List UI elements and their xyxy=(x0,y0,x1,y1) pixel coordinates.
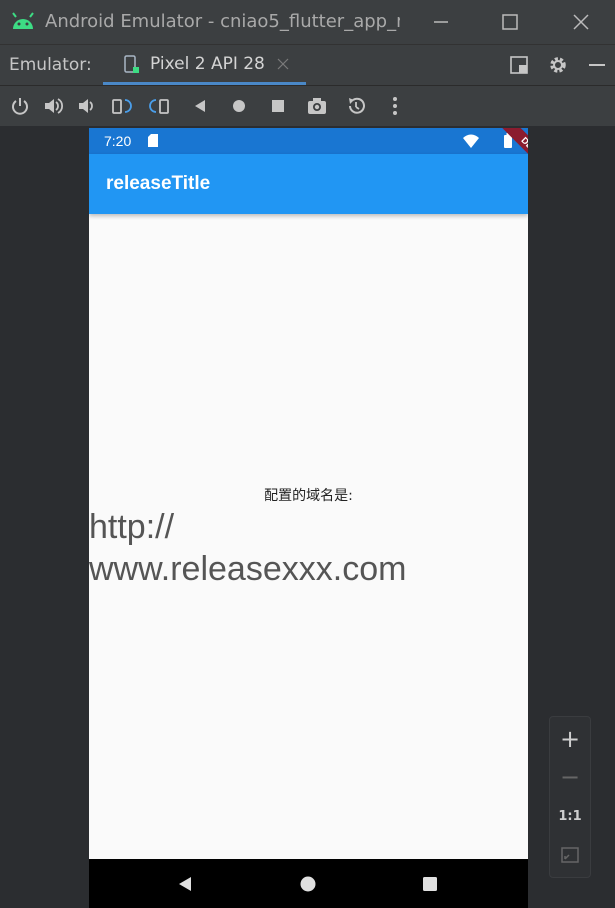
window-mode-icon[interactable] xyxy=(508,54,530,76)
window-title: Android Emulator - cniao5_flutter_app_m xyxy=(45,11,400,32)
device-icon xyxy=(124,55,139,73)
volume-up-icon[interactable] xyxy=(42,95,64,117)
android-icon xyxy=(12,12,34,29)
close-icon[interactable] xyxy=(570,11,592,33)
rotate-right-icon[interactable] xyxy=(149,95,171,117)
status-bar: 7:20 xyxy=(89,128,528,154)
more-icon[interactable] xyxy=(384,95,406,117)
nav-home-icon[interactable] xyxy=(299,875,317,893)
back-icon[interactable] xyxy=(189,95,211,117)
emulator-toolbar xyxy=(0,85,615,126)
nav-back-icon[interactable] xyxy=(176,875,194,893)
window-title-bar: Android Emulator - cniao5_flutter_app_m xyxy=(0,0,615,44)
app-title: releaseTitle xyxy=(106,173,211,194)
nav-bar xyxy=(89,859,528,908)
debug-label: DEBUG xyxy=(490,128,528,178)
domain-caption: 配置的域名是: xyxy=(264,488,353,504)
close-tab-icon[interactable] xyxy=(277,58,289,70)
screenshot-icon[interactable] xyxy=(306,95,328,117)
app-bar: releaseTitle xyxy=(89,154,528,214)
power-icon[interactable] xyxy=(9,95,31,117)
domain-url-line2: www.releasexxx.com xyxy=(89,550,407,588)
emulator-label: Emulator: xyxy=(9,55,92,75)
home-icon[interactable] xyxy=(228,95,250,117)
zoom-in-button[interactable]: + xyxy=(550,721,590,757)
rotate-left-icon[interactable] xyxy=(110,95,132,117)
zoom-1to1-button[interactable]: 1:1 xyxy=(550,799,590,835)
volume-down-icon[interactable] xyxy=(76,95,98,117)
maximize-icon[interactable] xyxy=(499,11,521,33)
tab-pixel-2[interactable]: Pixel 2 API 28 xyxy=(103,45,306,85)
nav-overview-icon[interactable] xyxy=(421,875,439,893)
domain-url-line1: http:// xyxy=(89,508,175,546)
status-time: 7:20 xyxy=(104,133,132,149)
sd-card-icon xyxy=(148,134,158,147)
emulator-tab-bar: Emulator: Pixel 2 API 28 xyxy=(0,44,615,85)
zoom-out-button[interactable]: − xyxy=(550,759,590,795)
domain-url: http:// www.releasexxx.com xyxy=(89,506,528,590)
minimize-panel-icon[interactable] xyxy=(586,54,608,76)
snapshot-icon[interactable] xyxy=(345,95,367,117)
tab-title: Pixel 2 API 28 xyxy=(150,54,265,74)
overview-icon[interactable] xyxy=(267,95,289,117)
debug-banner: DEBUG xyxy=(469,128,528,178)
fit-screen-icon[interactable] xyxy=(560,845,580,865)
gear-icon[interactable] xyxy=(547,54,569,76)
zoom-panel: + − 1:1 xyxy=(549,716,591,878)
phone-screen[interactable]: 7:20 releaseTitle DEBUG 配置的域名是: http:// … xyxy=(89,128,528,908)
minimize-icon[interactable] xyxy=(430,11,452,33)
